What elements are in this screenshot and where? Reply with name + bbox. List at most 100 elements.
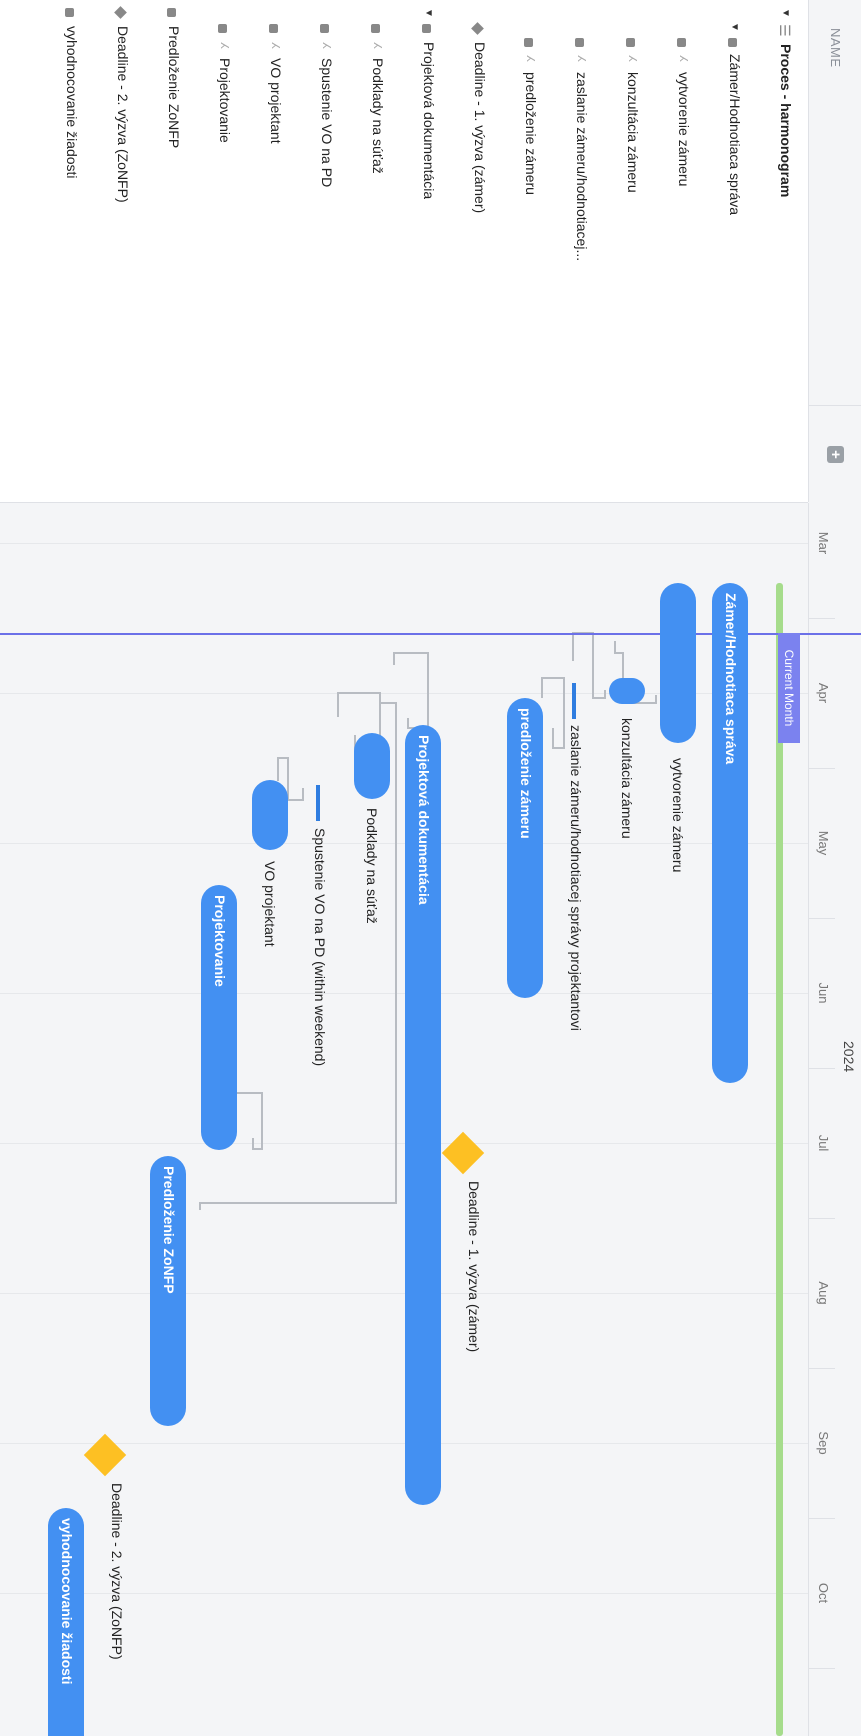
task-icon <box>218 24 227 33</box>
bar-label: Deadline - 2. výzva (ZoNFP) <box>109 1483 125 1660</box>
tree-row-project[interactable]: ▼ ☰ Proces - harmonogram <box>757 0 808 502</box>
task-tree-panel: ▼ ☰ Proces - harmonogram ▼ Zámer/Hodnoti… <box>0 0 808 503</box>
gantt-bar-task-short[interactable] <box>572 683 576 719</box>
tree-row-task[interactable]: ⵃ Projektovanie <box>196 0 247 502</box>
bar-label: Projektovanie <box>212 895 228 987</box>
name-column-header: NAME + <box>808 0 861 502</box>
tree-row-task[interactable]: ⵃ Spustenie VO na PD <box>298 0 349 502</box>
gantt-timeline: Current Month Zámer/Hodnotiaca správa vy… <box>0 503 861 1736</box>
month-divider <box>809 618 835 619</box>
tree-label: VO projektant <box>268 58 284 144</box>
subtask-icon: ⵃ <box>320 42 332 49</box>
tree-label: Spustenie VO na PD <box>319 58 335 188</box>
bar-label: Predloženie ZoNFP <box>161 1166 177 1294</box>
month-divider <box>809 1518 835 1519</box>
gantt-bar-task[interactable]: Projektovanie <box>201 885 237 1150</box>
group-icon <box>422 24 431 33</box>
subtask-icon: ⵃ <box>677 55 689 62</box>
bar-label: Spustenie VO na PD (within weekend) <box>312 828 328 1067</box>
tree-label: Deadline - 2. výzva (ZoNFP) <box>115 26 131 203</box>
gantt-bar-task[interactable] <box>609 678 645 704</box>
tree-label: zaslanie zámeru/hodnotiacej... <box>574 72 590 262</box>
tree-label: Predloženie ZoNFP <box>166 26 182 149</box>
subtask-icon: ⵃ <box>371 42 383 49</box>
tree-row-task[interactable]: ⵃ zaslanie zámeru/hodnotiacej... <box>553 0 604 502</box>
year-label: 2024 <box>841 1041 857 1073</box>
bar-label: vyhodnocovanie žiadosti <box>59 1518 75 1685</box>
tree-label: vyhodnocovanie žiadosti <box>64 26 80 179</box>
bar-label: Zámer/Hodnotiaca správa <box>723 593 739 765</box>
tree-label: Podklady na súťaž <box>370 58 386 174</box>
tree-row-group[interactable]: ▼ Zámer/Hodnotiaca správa <box>706 0 757 502</box>
bar-label: konzultácia zámeru <box>619 718 635 839</box>
month-mar: Mar <box>816 531 831 555</box>
task-icon <box>524 38 533 47</box>
tree-label: Deadline - 1. výzva (zámer) <box>472 42 488 214</box>
gantt-bar-task[interactable]: Predloženie ZoNFP <box>150 1156 186 1426</box>
task-icon <box>575 38 584 47</box>
caret-down-icon[interactable]: ▼ <box>423 8 434 18</box>
current-month-badge: Current Month <box>778 633 800 743</box>
tree-row-milestone[interactable]: Deadline - 1. výzva (zámer) <box>451 0 502 502</box>
gantt-bar-group[interactable]: Projektová dokumentácia <box>405 725 441 1505</box>
gantt-bar-task[interactable] <box>354 733 390 799</box>
gantt-bar-task[interactable]: vyhodnocovanie žiadosti <box>48 1508 84 1736</box>
timeline-header: 2024 Mar Apr May Jun Jul Aug Sep Oct <box>808 503 861 1736</box>
bar-label: vytvorenie zámeru <box>670 758 686 873</box>
task-icon <box>626 38 635 47</box>
tree-row-task[interactable]: vyhodnocovanie žiadosti <box>43 0 94 502</box>
milestone-icon <box>471 22 484 35</box>
caret-down-icon[interactable]: ▼ <box>780 8 791 18</box>
month-oct: Oct <box>816 1582 831 1604</box>
bar-label: zaslanie zámeru/hodnotiacej správy proje… <box>568 725 584 1031</box>
subtask-icon: ⵃ <box>626 55 638 62</box>
tree-row-task[interactable]: ⵃ vytvorenie zámeru <box>655 0 706 502</box>
tree-row-task[interactable]: ⵃ VO projektant <box>247 0 298 502</box>
tree-row-task[interactable]: Predloženie ZoNFP <box>145 0 196 502</box>
subtask-icon: ⵃ <box>269 42 281 49</box>
tree-label: Proces - harmonogram <box>778 44 794 198</box>
gantt-bar-group[interactable]: Zámer/Hodnotiaca správa <box>712 583 748 1083</box>
task-icon <box>269 24 278 33</box>
gantt-bar-task-short[interactable] <box>316 785 320 821</box>
bar-label: predloženie zámeru <box>518 708 534 839</box>
tree-label: konzultácia zámeru <box>625 72 641 193</box>
task-icon <box>320 24 329 33</box>
tree-row-task[interactable]: ⵃ konzultácia zámeru <box>604 0 655 502</box>
month-divider <box>809 1068 835 1069</box>
milestone-icon <box>114 6 127 19</box>
group-icon <box>728 38 737 47</box>
tree-row-task[interactable]: ⵃ Podklady na súťaž <box>349 0 400 502</box>
gantt-bar-task[interactable] <box>252 780 288 850</box>
list-icon: ☰ <box>777 24 793 37</box>
subtask-icon: ⵃ <box>524 55 536 62</box>
bar-label: VO projektant <box>262 861 278 947</box>
tree-label: Projektová dokumentácia <box>421 42 437 200</box>
month-divider <box>809 768 835 769</box>
month-apr: Apr <box>816 682 831 704</box>
name-column-label: NAME <box>828 28 843 68</box>
gantt-bar-task[interactable] <box>660 583 696 743</box>
month-sep: Sep <box>816 1431 831 1455</box>
month-jun: Jun <box>816 982 831 1004</box>
tree-label: vytvorenie zámeru <box>676 72 692 187</box>
plus-icon[interactable]: + <box>827 446 844 463</box>
tree-label: Projektovanie <box>217 58 233 143</box>
caret-down-icon[interactable]: ▼ <box>729 22 740 32</box>
tree-row-task[interactable]: ⵃ predloženie zámeru <box>502 0 553 502</box>
month-aug: Aug <box>816 1281 831 1305</box>
month-divider <box>809 1368 835 1369</box>
subtask-icon: ⵃ <box>218 42 230 49</box>
task-icon <box>167 8 176 17</box>
month-divider <box>809 918 835 919</box>
tree-row-milestone[interactable]: Deadline - 2. výzva (ZoNFP) <box>94 0 145 502</box>
task-icon <box>65 8 74 17</box>
gantt-bar-task[interactable]: predloženie zámeru <box>507 698 543 998</box>
month-may: May <box>816 830 831 856</box>
month-divider <box>809 1218 835 1219</box>
task-icon <box>371 24 380 33</box>
subtask-icon: ⵃ <box>575 55 587 62</box>
tree-label: Zámer/Hodnotiaca správa <box>727 54 743 216</box>
tree-row-group[interactable]: ▼ Projektová dokumentácia <box>400 0 451 502</box>
bar-label: Podklady na súťaž <box>364 808 380 924</box>
